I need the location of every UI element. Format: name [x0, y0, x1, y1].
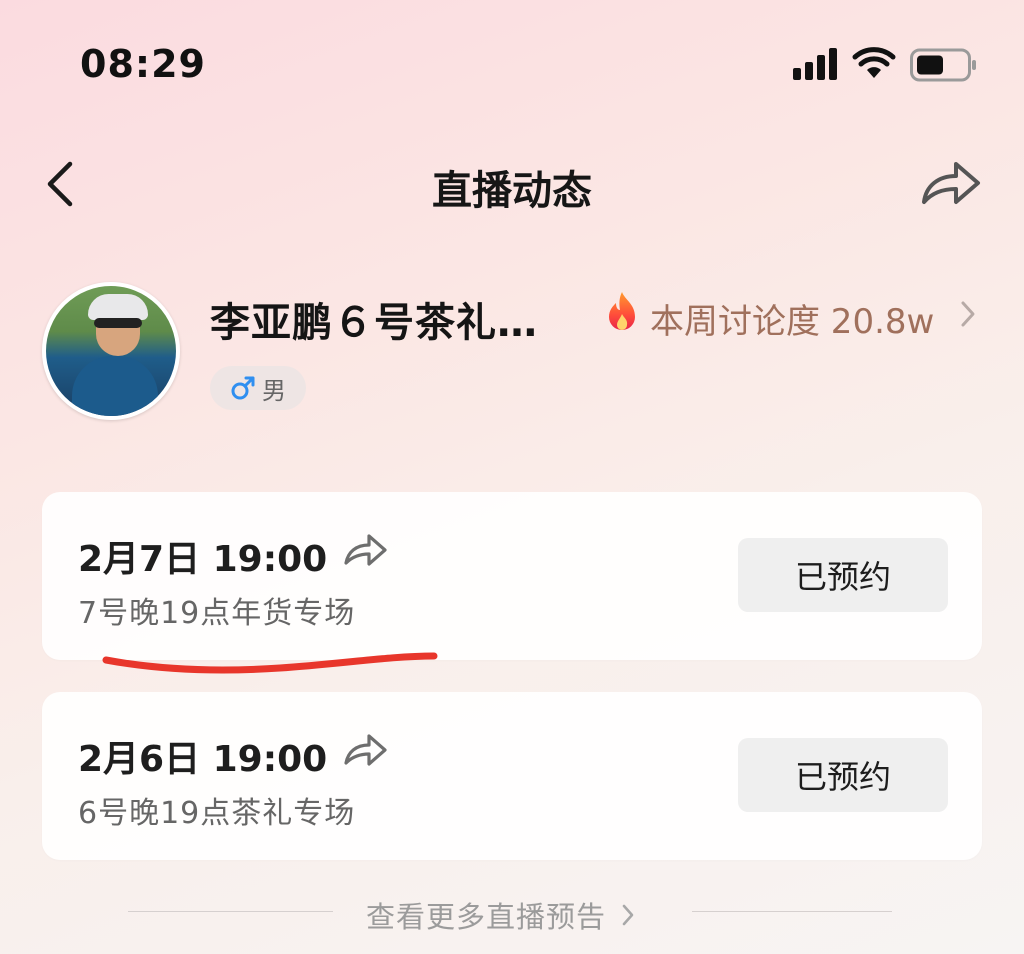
gender-label: 男 — [262, 376, 286, 405]
status-time: 08:29 — [80, 42, 206, 86]
user-name: 李亚鹏６号茶礼… — [210, 300, 538, 346]
chevron-right-icon[interactable] — [958, 298, 978, 330]
chevron-right-icon — [622, 904, 634, 926]
male-icon — [231, 376, 255, 400]
gender-badge: 男 — [210, 366, 306, 410]
red-underline-annotation — [102, 652, 438, 674]
view-more-label: 查看更多直播预告 — [366, 900, 607, 934]
signal-icon — [793, 48, 837, 80]
divider — [128, 911, 333, 912]
avatar[interactable] — [42, 282, 180, 420]
schedule-date: 2月6日 19:00 — [78, 739, 328, 780]
reserved-button[interactable]: 已预约 — [738, 538, 948, 612]
fire-icon — [609, 292, 635, 330]
share-icon[interactable] — [342, 530, 388, 568]
share-button[interactable] — [918, 156, 982, 210]
battery-icon — [910, 48, 976, 82]
schedule-subtitle: 7号晚19点年货专场 — [78, 596, 356, 631]
live-schedule-card[interactable]: 2月7日 19:00 7号晚19点年货专场 已预约 — [42, 492, 982, 660]
wifi-icon — [852, 47, 896, 78]
schedule-date: 2月7日 19:00 — [78, 539, 328, 580]
reserved-button[interactable]: 已预约 — [738, 738, 948, 812]
view-more-link[interactable]: 查看更多直播预告 — [366, 894, 636, 936]
live-schedule-card[interactable]: 2月6日 19:00 6号晚19点茶礼专场 已预约 — [42, 692, 982, 860]
divider — [692, 911, 892, 912]
heat-label[interactable]: 本周讨论度 20.8w — [650, 294, 934, 343]
page-title: 直播动态 — [432, 168, 592, 214]
schedule-subtitle: 6号晚19点茶礼专场 — [78, 796, 356, 831]
share-icon[interactable] — [342, 730, 388, 768]
